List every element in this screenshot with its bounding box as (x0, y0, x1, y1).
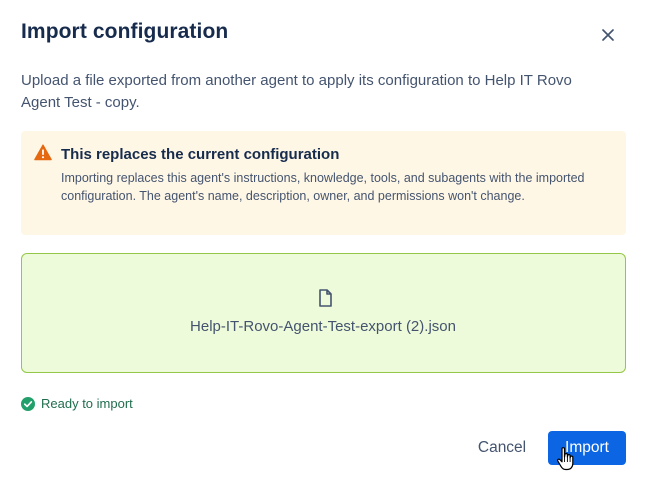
dialog-description: Upload a file exported from another agen… (21, 72, 572, 111)
import-configuration-dialog: Import configuration Upload a file expor… (0, 0, 646, 482)
status-message: Ready to import (21, 396, 133, 411)
close-button[interactable] (596, 23, 620, 47)
cancel-button[interactable]: Cancel (466, 431, 538, 465)
check-circle-icon (21, 396, 35, 411)
dialog-title: Import configuration (21, 20, 229, 43)
warning-icon (34, 144, 52, 161)
file-name: Help-IT-Rovo-Agent-Test-export (2).json (190, 318, 456, 335)
warning-message: This replaces the current configuration … (21, 131, 626, 235)
status-text: Ready to import (41, 396, 133, 411)
close-icon (602, 29, 614, 41)
warning-title: This replaces the current configuration (61, 146, 340, 163)
file-icon (319, 289, 332, 307)
file-dropzone[interactable]: Help-IT-Rovo-Agent-Test-export (2).json (21, 253, 626, 373)
import-button[interactable]: Import (548, 431, 626, 465)
warning-body: Importing replaces this agent's instruct… (61, 171, 585, 203)
